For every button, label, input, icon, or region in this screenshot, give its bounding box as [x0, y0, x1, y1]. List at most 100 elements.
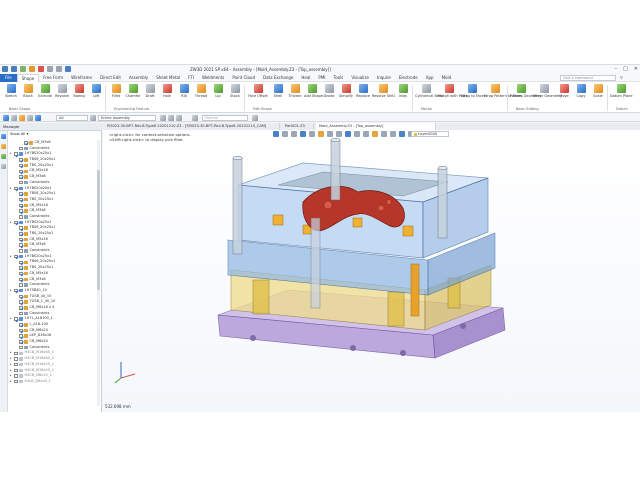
tab-wireframe[interactable]: Wireframe — [67, 74, 96, 82]
replace-button[interactable]: Replace — [355, 84, 371, 106]
visibility-checkbox[interactable] — [19, 260, 23, 265]
pattern-geometry-button[interactable]: Pattern Geometry — [510, 84, 541, 106]
visibility-checkbox[interactable] — [19, 294, 23, 299]
tree-filter-select[interactable]: Show All ▾ — [10, 131, 90, 138]
visibility-checkbox[interactable] — [19, 180, 23, 185]
visibility-checkbox[interactable] — [19, 345, 23, 350]
thicken-button[interactable]: Thicken — [287, 84, 303, 106]
tab-mold[interactable]: Mold — [438, 74, 456, 82]
visibility-checkbox[interactable] — [19, 323, 23, 327]
visibility-checkbox[interactable] — [19, 271, 23, 276]
visibility-checkbox[interactable] — [14, 186, 18, 191]
chamfer-button[interactable]: Chamfer — [125, 84, 141, 106]
tab-assembly[interactable]: Assembly — [125, 74, 152, 82]
tab-weldments[interactable]: Weldments — [198, 74, 228, 82]
visibility-checkbox[interactable] — [19, 340, 23, 344]
visibility-checkbox[interactable] — [19, 328, 23, 333]
maximize-icon[interactable]: □ — [623, 66, 628, 72]
visibility-checkbox[interactable] — [24, 141, 28, 145]
visibility-checkbox[interactable] — [19, 306, 23, 310]
fillet-button[interactable]: Fillet — [108, 84, 124, 106]
tab-tools[interactable]: Tools — [329, 74, 347, 82]
view-triad[interactable] — [111, 356, 141, 386]
visibility-checkbox[interactable] — [14, 379, 18, 384]
document-tab[interactable]: Part001.Z3 — [282, 123, 314, 130]
document-tab[interactable]: Mold_Assembly.Z3 - [Top_assembly] — [316, 123, 436, 130]
visibility-checkbox[interactable] — [19, 169, 23, 174]
visibility-checkbox[interactable] — [19, 311, 23, 316]
tab-fti[interactable]: FTI — [184, 74, 198, 82]
history-manager-icon[interactable] — [1, 134, 6, 139]
visibility-checkbox[interactable] — [19, 163, 23, 168]
visibility-checkbox[interactable] — [19, 209, 23, 213]
3d-viewport[interactable]: <right-click> for context-sensitive opti… — [103, 130, 640, 412]
visibility-checkbox[interactable] — [14, 152, 18, 156]
visibility-checkbox[interactable] — [19, 232, 23, 236]
command-search-input[interactable]: Find a command — [560, 75, 616, 81]
visibility-checkbox[interactable] — [14, 254, 18, 259]
visibility-checkbox[interactable] — [19, 146, 23, 151]
block-button[interactable]: Block — [20, 84, 36, 106]
tree-scrollbar[interactable] — [97, 140, 100, 406]
cylindrical-bend-button[interactable]: Cylindrical Bend — [415, 84, 443, 106]
revolve-button[interactable]: Revolve — [54, 84, 70, 106]
visibility-checkbox[interactable] — [19, 203, 23, 208]
save-icon[interactable] — [20, 66, 26, 72]
document-tab[interactable]: PJ3023-30-BP7-Rev.B-Type8 20201210.Z3 - … — [104, 123, 280, 130]
divide-button[interactable]: Divide — [321, 84, 337, 106]
visibility-checkbox[interactable] — [19, 300, 23, 304]
inlay-button[interactable]: Inlay — [395, 84, 411, 106]
pick-mode-select[interactable]: Normal — [202, 115, 248, 121]
face-offset-button[interactable]: Face Offset — [247, 84, 269, 106]
redo-icon[interactable] — [38, 66, 44, 72]
assembly-scope-select[interactable]: Entire Assembly — [98, 115, 156, 121]
visibility-checkbox[interactable] — [19, 249, 23, 253]
box-select-icon[interactable] — [27, 115, 33, 121]
tab-app[interactable]: App — [422, 74, 438, 82]
mirror-geometry-button[interactable]: Mirror Geometry — [533, 84, 562, 106]
sketch-button[interactable]: Sketch — [3, 84, 19, 106]
open-file-icon[interactable] — [11, 66, 17, 72]
visibility-checkbox[interactable] — [14, 362, 18, 367]
visibility-checkbox[interactable] — [19, 334, 23, 338]
minimize-icon[interactable]: – — [615, 66, 618, 72]
mold-assembly-model[interactable] — [103, 130, 640, 412]
stock-button[interactable]: Stock — [227, 84, 243, 106]
filter-options-icon[interactable] — [90, 115, 96, 121]
lasso-icon[interactable] — [35, 115, 41, 121]
rib-button[interactable]: Rib — [176, 84, 192, 106]
tab-direct-edit[interactable]: Direct Edit — [96, 74, 125, 82]
tab-free-form[interactable]: Free Form — [39, 74, 67, 82]
datum-plane-button[interactable]: Datum Plane — [610, 84, 633, 106]
copy-button[interactable]: Copy — [573, 84, 589, 106]
tab-sheet-metal[interactable]: Sheet Metal — [152, 74, 184, 82]
visibility-checkbox[interactable] — [14, 317, 18, 321]
visibility-checkbox[interactable] — [14, 374, 18, 378]
pick-mode-icon[interactable] — [192, 115, 198, 121]
tab-electrode[interactable]: Electrode — [395, 74, 422, 82]
visibility-checkbox[interactable] — [14, 351, 18, 356]
visibility-checkbox[interactable] — [19, 237, 23, 242]
grid-icon[interactable] — [168, 115, 174, 121]
new-file-icon[interactable] — [2, 66, 8, 72]
visibility-checkbox[interactable] — [19, 283, 23, 287]
resolve-self-i-button[interactable]: Resolve Self-I — [372, 84, 395, 106]
loft-button[interactable]: Loft — [88, 84, 104, 106]
undo-icon[interactable] — [29, 66, 35, 72]
tab-data-exchange[interactable]: Data Exchange — [259, 74, 297, 82]
shell-button[interactable]: Shell — [270, 84, 286, 106]
filter-select[interactable]: All — [56, 115, 88, 121]
visibility-checkbox[interactable] — [19, 243, 23, 247]
pick-icon[interactable] — [3, 115, 9, 121]
move-button[interactable]: Move — [556, 84, 572, 106]
settings-icon[interactable] — [47, 66, 53, 72]
thread-button[interactable]: Thread — [193, 84, 209, 106]
lip-button[interactable]: Lip — [210, 84, 226, 106]
help-icon[interactable] — [65, 66, 71, 72]
simplify-button[interactable]: Simplify — [338, 84, 354, 106]
visibility-checkbox[interactable] — [19, 175, 23, 179]
visibility-checkbox[interactable] — [19, 215, 23, 219]
visibility-checkbox[interactable] — [14, 368, 18, 373]
tab-inquire[interactable]: Inquire — [373, 74, 395, 82]
print-icon[interactable] — [56, 66, 62, 72]
